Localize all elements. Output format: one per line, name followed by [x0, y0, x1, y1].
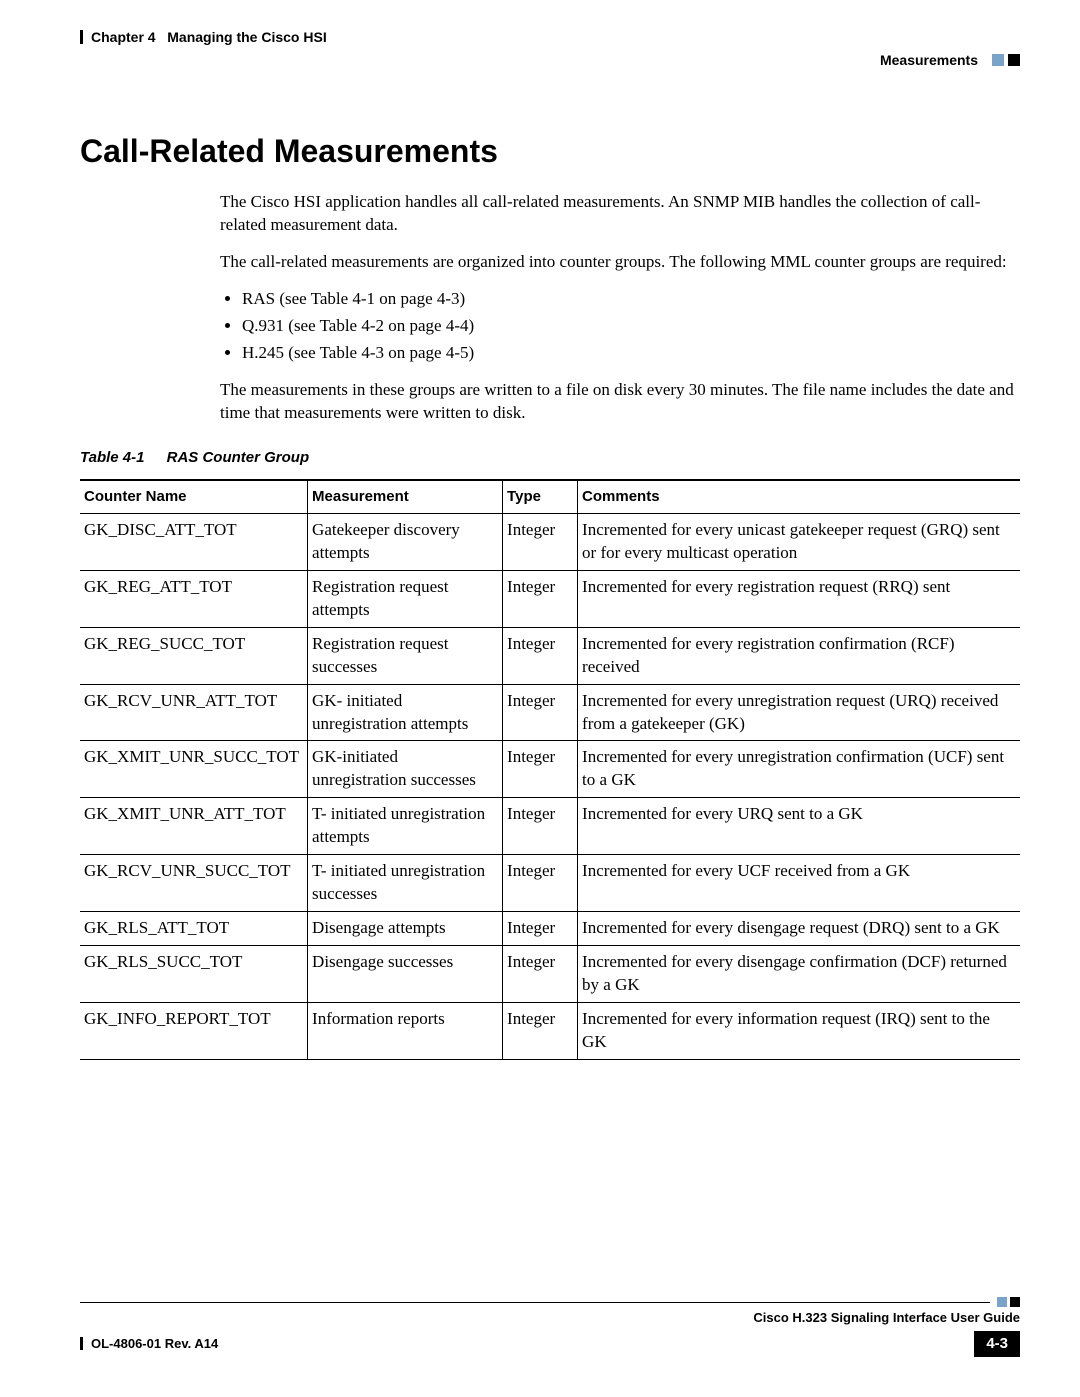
list-item: H.245 (see Table 4-3 on page 4-5) [242, 342, 1020, 365]
section-name: Measurements [880, 51, 978, 70]
table-cell-measurement: GK-initiated unregistration successes [308, 741, 503, 798]
table-cell-counter: GK_REG_ATT_TOT [80, 570, 308, 627]
table-cell-measurement: Registration request successes [308, 627, 503, 684]
footer-rule [80, 1297, 1020, 1307]
doc-id: OL-4806-01 Rev. A14 [91, 1335, 218, 1353]
table-cell-measurement: T- initiated unregistration attempts [308, 798, 503, 855]
table-cell-measurement: Registration request attempts [308, 570, 503, 627]
table-cell-counter: GK_REG_SUCC_TOT [80, 627, 308, 684]
intro-paragraph: The Cisco HSI application handles all ca… [220, 191, 1020, 237]
table-cell-comments: Incremented for every disengage confirma… [578, 946, 1020, 1003]
book-title: Cisco H.323 Signaling Interface User Gui… [753, 1309, 1020, 1327]
ras-counter-table: Counter Name Measurement Type Comments G… [80, 479, 1020, 1060]
table-cell-comments: Incremented for every registration confi… [578, 627, 1020, 684]
table-cell-comments: Incremented for every UCF received from … [578, 855, 1020, 912]
table-cell-comments: Incremented for every unregistration con… [578, 741, 1020, 798]
list-item: Q.931 (see Table 4-2 on page 4-4) [242, 315, 1020, 338]
footer-rule-mark-icon [80, 1337, 83, 1350]
table-cell-measurement: Information reports [308, 1002, 503, 1059]
table-cell-type: Integer [503, 912, 578, 946]
intro-paragraph: The call-related measurements are organi… [220, 251, 1020, 274]
table-cell-comments: Incremented for every unregistration req… [578, 684, 1020, 741]
table-cell-comments: Incremented for every unicast gatekeeper… [578, 513, 1020, 570]
table-cell-counter: GK_XMIT_UNR_SUCC_TOT [80, 741, 308, 798]
table-cell-measurement: Disengage successes [308, 946, 503, 1003]
table-cell-type: Integer [503, 855, 578, 912]
table-cell-type: Integer [503, 741, 578, 798]
footer-title-row: Cisco H.323 Signaling Interface User Gui… [80, 1309, 1020, 1327]
header-rule-mark-icon [80, 30, 83, 44]
table-cell-comments: Incremented for every disengage request … [578, 912, 1020, 946]
running-header: Chapter 4 Managing the Cisco HSI Measure… [80, 28, 1020, 70]
table-row: GK_INFO_REPORT_TOTInformation reportsInt… [80, 1002, 1020, 1059]
page: Chapter 4 Managing the Cisco HSI Measure… [0, 0, 1080, 1397]
table-caption-number: Table 4-1 [80, 449, 144, 466]
table-row: GK_RCV_UNR_SUCC_TOTT- initiated unregist… [80, 855, 1020, 912]
table-cell-counter: GK_RCV_UNR_SUCC_TOT [80, 855, 308, 912]
page-number-badge: 4-3 [974, 1331, 1020, 1357]
page-title: Call-Related Measurements [80, 130, 1020, 173]
table-cell-type: Integer [503, 684, 578, 741]
table-row: GK_XMIT_UNR_SUCC_TOTGK-initiated unregis… [80, 741, 1020, 798]
table-cell-measurement: Disengage attempts [308, 912, 503, 946]
footer-marker-icon [1010, 1297, 1020, 1307]
table-header-row: Counter Name Measurement Type Comments [80, 480, 1020, 514]
footer-marker-icon [997, 1297, 1007, 1307]
body-text: The Cisco HSI application handles all ca… [220, 191, 1020, 425]
page-footer: Cisco H.323 Signaling Interface User Gui… [80, 1297, 1020, 1357]
table-row: GK_REG_SUCC_TOTRegistration request succ… [80, 627, 1020, 684]
table-row: GK_RLS_SUCC_TOTDisengage successesIntege… [80, 946, 1020, 1003]
section-header-row: Measurements [80, 51, 1020, 70]
table-row: GK_DISC_ATT_TOTGatekeeper discovery atte… [80, 513, 1020, 570]
header-marker-icon [1008, 54, 1020, 66]
list-item: RAS (see Table 4-1 on page 4-3) [242, 288, 1020, 311]
chapter-label: Chapter 4 [91, 28, 156, 47]
table-cell-measurement: GK- initiated unregistration attempts [308, 684, 503, 741]
col-header-type: Type [503, 480, 578, 514]
table-row: GK_RLS_ATT_TOTDisengage attemptsIntegerI… [80, 912, 1020, 946]
col-header-measurement: Measurement [308, 480, 503, 514]
chapter-title: Managing the Cisco HSI [167, 28, 326, 47]
table-row: GK_XMIT_UNR_ATT_TOTT- initiated unregist… [80, 798, 1020, 855]
table-cell-comments: Incremented for every information reques… [578, 1002, 1020, 1059]
col-header-counter: Counter Name [80, 480, 308, 514]
table-cell-counter: GK_RLS_ATT_TOT [80, 912, 308, 946]
table-cell-type: Integer [503, 946, 578, 1003]
table-cell-comments: Incremented for every URQ sent to a GK [578, 798, 1020, 855]
table-cell-type: Integer [503, 1002, 578, 1059]
col-header-comments: Comments [578, 480, 1020, 514]
table-row: GK_RCV_UNR_ATT_TOTGK- initiated unregist… [80, 684, 1020, 741]
table-cell-measurement: T- initiated unregistration successes [308, 855, 503, 912]
table-cell-counter: GK_XMIT_UNR_ATT_TOT [80, 798, 308, 855]
table-caption-title: RAS Counter Group [167, 449, 310, 466]
intro-paragraph: The measurements in these groups are wri… [220, 379, 1020, 425]
table-cell-counter: GK_RLS_SUCC_TOT [80, 946, 308, 1003]
header-marker-icon [992, 54, 1004, 66]
table-cell-type: Integer [503, 513, 578, 570]
counter-group-list: RAS (see Table 4-1 on page 4-3) Q.931 (s… [220, 288, 1020, 365]
table-caption: Table 4-1 RAS Counter Group [80, 448, 1020, 468]
table-row: GK_REG_ATT_TOTRegistration request attem… [80, 570, 1020, 627]
table-cell-counter: GK_DISC_ATT_TOT [80, 513, 308, 570]
table-cell-counter: GK_RCV_UNR_ATT_TOT [80, 684, 308, 741]
chapter-header-row: Chapter 4 Managing the Cisco HSI [80, 28, 1020, 47]
table-cell-measurement: Gatekeeper discovery attempts [308, 513, 503, 570]
table-cell-type: Integer [503, 798, 578, 855]
table-cell-type: Integer [503, 627, 578, 684]
table-cell-type: Integer [503, 570, 578, 627]
table-cell-comments: Incremented for every registration reque… [578, 570, 1020, 627]
table-cell-counter: GK_INFO_REPORT_TOT [80, 1002, 308, 1059]
footer-meta-row: OL-4806-01 Rev. A14 4-3 [80, 1331, 1020, 1357]
